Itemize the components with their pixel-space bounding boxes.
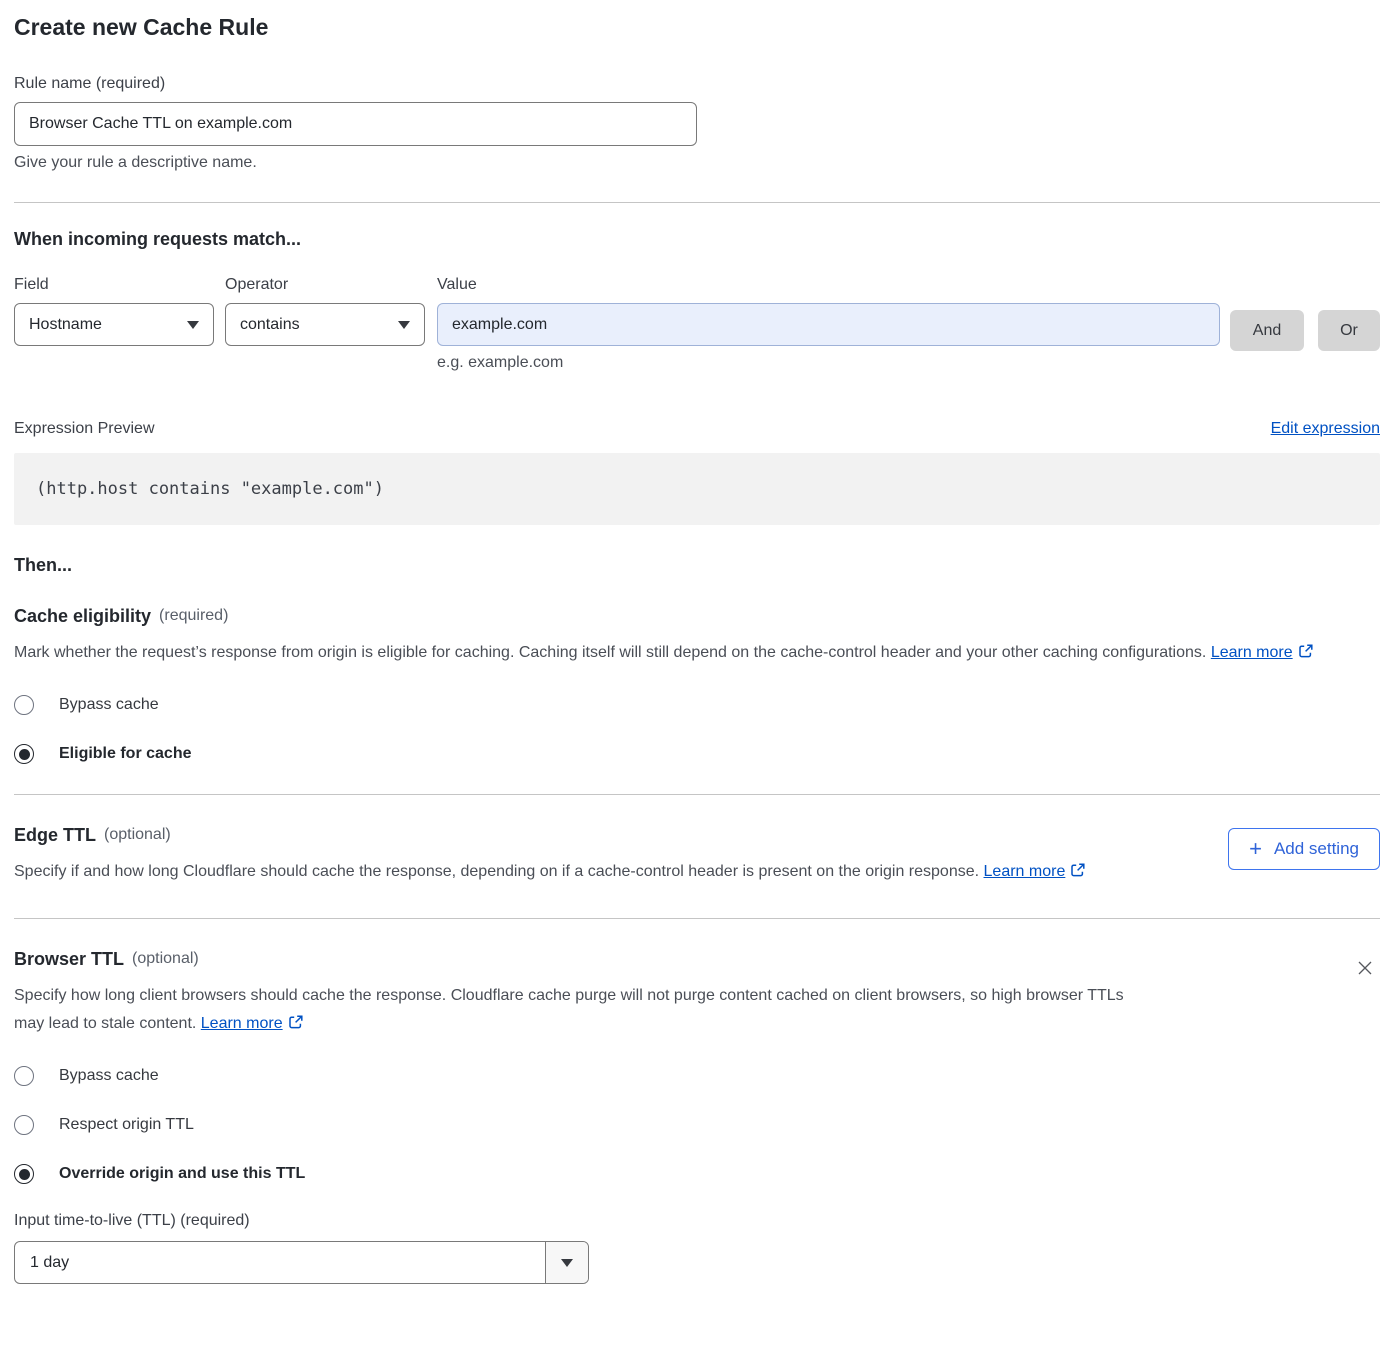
chevron-down-icon [398,321,410,329]
edge-ttl-section: Edge TTL (optional) Specify if and how l… [14,825,1380,888]
ttl-input-field: Input time-to-live (TTL) (required) 1 da… [14,1212,1380,1284]
plus-icon: + [1249,838,1262,860]
radio-icon [14,1115,34,1135]
cache-eligibility-description: Mark whether the request’s response from… [14,639,1354,669]
add-setting-label: Add setting [1274,839,1359,859]
radio-icon [14,695,34,715]
radio-eligible-for-cache[interactable]: Eligible for cache [14,744,1380,764]
cache-eligibility-section: Cache eligibility (required) Mark whethe… [14,606,1380,764]
match-row: Field Hostname Operator contains Value e… [14,276,1380,372]
rule-name-label: Rule name (required) [14,75,1380,93]
browser-ttl-description: Specify how long client browsers should … [14,982,1154,1040]
cache-eligibility-title: Cache eligibility [14,606,151,627]
create-cache-rule-form: Create new Cache Rule Rule name (require… [0,0,1400,1302]
page-title: Create new Cache Rule [14,14,1380,41]
expression-code-block: (http.host contains "example.com") [14,453,1380,525]
external-link-icon [288,1012,304,1040]
cache-eligibility-options: Bypass cache Eligible for cache [14,695,1380,764]
cache-eligibility-required-note: (required) [159,607,228,625]
value-input[interactable] [437,303,1220,346]
expression-code: (http.host contains "example.com") [36,479,384,499]
ttl-select[interactable]: 1 day [14,1241,589,1284]
value-helper: e.g. example.com [437,354,1220,372]
radio-label: Eligible for cache [59,745,191,763]
or-button[interactable]: Or [1318,310,1380,351]
rule-name-helper: Give your rule a descriptive name. [14,154,1380,172]
expression-preview-label: Expression Preview [14,420,155,438]
operator-label: Operator [225,276,425,294]
radio-label: Respect origin TTL [59,1116,194,1134]
radio-icon [14,1164,34,1184]
radio-icon [14,1066,34,1086]
radio-label: Bypass cache [59,1067,159,1085]
radio-override-origin-ttl[interactable]: Override origin and use this TTL [14,1164,1380,1184]
radio-bypass-cache[interactable]: Bypass cache [14,695,1380,715]
expression-preview-header: Expression Preview Edit expression [14,420,1380,438]
browser-ttl-options: Bypass cache Respect origin TTL Override… [14,1066,1380,1184]
radio-respect-origin-ttl[interactable]: Respect origin TTL [14,1115,1380,1135]
browser-ttl-title: Browser TTL [14,949,124,970]
and-button[interactable]: And [1230,310,1304,351]
browser-ttl-learn-more-link[interactable]: Learn more [201,1015,283,1032]
chevron-down-icon [187,321,199,329]
divider [14,794,1380,795]
edge-ttl-description-text: Specify if and how long Cloudflare shoul… [14,863,979,880]
field-select-value: Hostname [29,316,102,334]
edge-ttl-description: Specify if and how long Cloudflare shoul… [14,858,1086,888]
value-label: Value [437,276,1220,294]
radio-icon [14,744,34,764]
radio-label: Bypass cache [59,696,159,714]
field-select[interactable]: Hostname [14,303,214,346]
divider [14,918,1380,919]
operator-select[interactable]: contains [225,303,425,346]
ttl-select-value: 1 day [15,1242,545,1283]
divider [14,202,1380,203]
cache-eligibility-description-text: Mark whether the request’s response from… [14,644,1206,661]
ttl-select-arrow[interactable] [545,1242,588,1283]
rule-name-input[interactable] [14,102,697,146]
external-link-icon [1298,641,1314,669]
browser-ttl-section: Browser TTL (optional) Specify how long … [14,949,1380,1284]
operator-select-value: contains [240,316,300,334]
browser-ttl-description-text: Specify how long client browsers should … [14,987,1124,1032]
edge-ttl-title: Edge TTL [14,825,96,846]
chevron-down-icon [561,1259,573,1267]
add-setting-button[interactable]: + Add setting [1228,828,1380,870]
radio-browser-bypass-cache[interactable]: Bypass cache [14,1066,1380,1086]
field-label: Field [14,276,214,294]
rule-name-section: Rule name (required) Give your rule a de… [14,75,1380,172]
match-section: When incoming requests match... Field Ho… [14,229,1380,525]
close-icon [1356,959,1374,977]
edit-expression-link[interactable]: Edit expression [1271,420,1380,438]
then-heading: Then... [14,555,1380,576]
radio-label: Override origin and use this TTL [59,1165,305,1183]
external-link-icon [1070,860,1086,888]
ttl-input-label: Input time-to-live (TTL) (required) [14,1212,1380,1230]
remove-browser-ttl-button[interactable] [1352,955,1378,984]
match-heading: When incoming requests match... [14,229,1380,250]
edge-ttl-optional-note: (optional) [104,826,171,844]
edge-ttl-learn-more-link[interactable]: Learn more [984,863,1066,880]
browser-ttl-optional-note: (optional) [132,950,199,968]
cache-eligibility-learn-more-link[interactable]: Learn more [1211,644,1293,661]
